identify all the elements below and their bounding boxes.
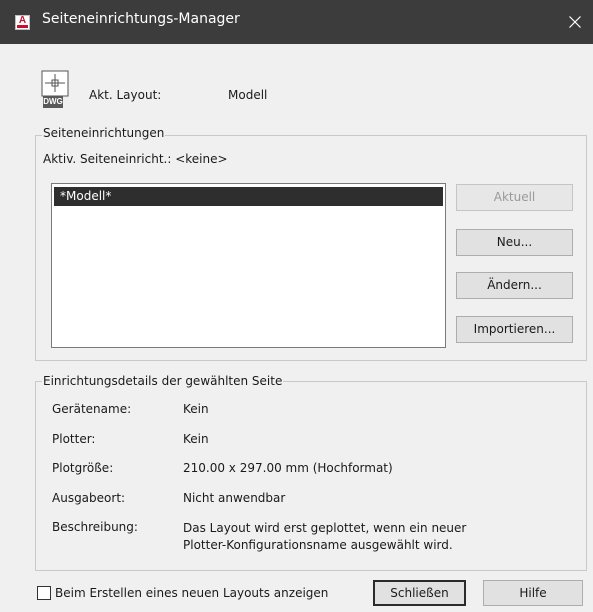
current-layout-label: Akt. Layout: [89,88,162,102]
import-button[interactable]: Importieren... [456,316,573,343]
page-setup-list[interactable]: *Modell* [51,183,446,348]
window-title: Seiteneinrichtungs-Manager [42,11,240,27]
new-button[interactable]: Neu... [456,229,573,256]
output-location-value: Nicht anwendbar [183,491,286,505]
app-icon-accent-bar [17,25,28,28]
set-current-button[interactable]: Aktuell [456,184,573,211]
plot-size-value: 210.00 x 297.00 mm (Hochformat) [183,461,393,475]
description-label: Beschreibung: [52,520,138,534]
autocad-app-icon: A [15,15,30,30]
modify-button[interactable]: Ändern... [456,272,573,299]
current-layout-row: DWG Akt. Layout: Modell [39,70,559,110]
close-dialog-button[interactable]: Schließen [373,580,466,606]
device-name-value: Kein [183,402,209,416]
title-bar[interactable]: A Seiteneinrichtungs-Manager [0,0,593,44]
plot-size-label: Plotgröße: [52,461,114,475]
description-value-line2: Plotter-Konfigurationsname ausgewählt wi… [183,538,453,552]
plotter-label: Plotter: [52,432,96,446]
show-on-new-layout-checkbox[interactable] [37,586,51,600]
plotter-value: Kein [183,432,209,446]
active-page-setup-label: Aktiv. Seiteneinricht.: <keine> [43,152,228,166]
page-setups-group-title: Seiteneinrichtungen [42,126,166,140]
help-button[interactable]: Hilfe [483,580,583,606]
output-location-label: Ausgabeort: [52,491,126,505]
setup-details-group-title: Einrichtungsdetails der gewählten Seite [42,374,284,388]
device-name-label: Gerätename: [52,402,132,416]
current-layout-value: Modell [228,88,268,102]
show-on-new-layout-label[interactable]: Beim Erstellen eines neuen Layouts anzei… [55,586,328,600]
dwg-icon-label: DWG [43,96,63,108]
dwg-file-icon: DWG [39,70,79,110]
close-button[interactable] [557,0,593,44]
page-setup-manager-dialog: A Seiteneinrichtungs-Manager DWG Akt. La… [0,0,593,612]
description-value-line1: Das Layout wird erst geplottet, wenn ein… [183,521,467,535]
close-icon [569,16,581,28]
page-setup-list-item-modell[interactable]: *Modell* [54,187,443,206]
